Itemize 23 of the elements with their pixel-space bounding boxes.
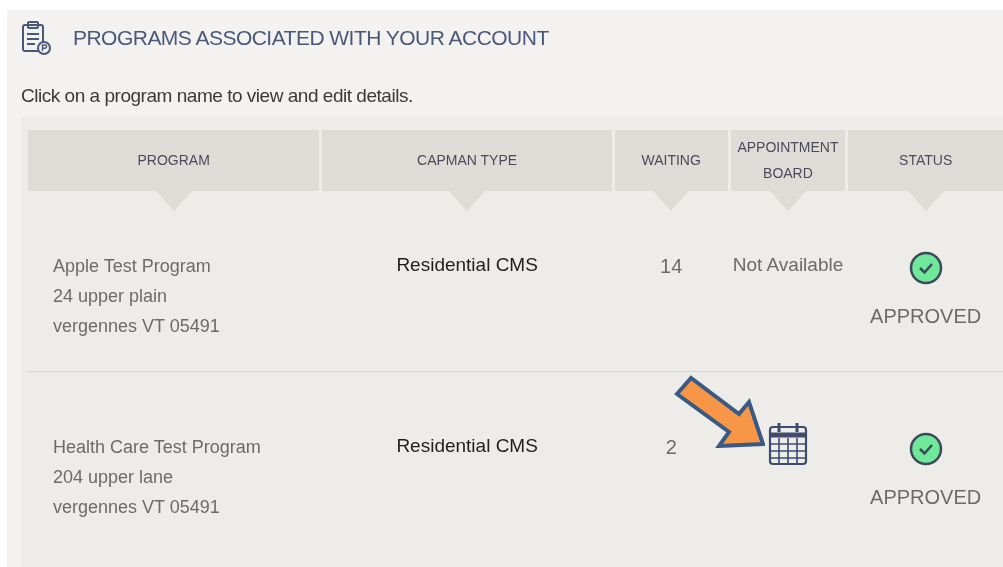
program-name-link[interactable]: Apple Test Program (53, 250, 320, 281)
waiting-count: 14 (660, 253, 683, 279)
program-name-link[interactable]: Health Care Test Program (53, 431, 320, 462)
column-header: PROGRAM (136, 151, 211, 170)
capman-type-text: Residential CMS (396, 433, 538, 458)
address-line: 24 upper plain (53, 284, 169, 308)
section-title: PROGRAMS ASSOCIATED WITH YOUR ACCOUNT (73, 25, 549, 52)
address-line: 204 upper lane (53, 465, 175, 489)
column-header: CAPMAN TYPE (416, 151, 519, 170)
clipboard-icon (21, 20, 51, 56)
column-header: WAITING (640, 151, 702, 170)
waiting-count: 2 (665, 434, 677, 460)
status-text: APPROVED (870, 484, 982, 510)
address-line: vergennes VT 05491 (53, 495, 221, 519)
status-text: APPROVED (870, 303, 982, 329)
check-circle-icon (908, 431, 943, 466)
column-header: STATUS (898, 151, 954, 170)
instruction-text: Click on a program name to view and edit details. (21, 84, 414, 108)
column-header: APPOINTMENT BOARD (736, 138, 840, 183)
address-line: vergennes VT 05491 (53, 314, 221, 338)
capman-type-text: Residential CMS (396, 252, 538, 277)
check-circle-icon (908, 250, 943, 285)
appointment-board-text: Not Available (732, 253, 844, 275)
